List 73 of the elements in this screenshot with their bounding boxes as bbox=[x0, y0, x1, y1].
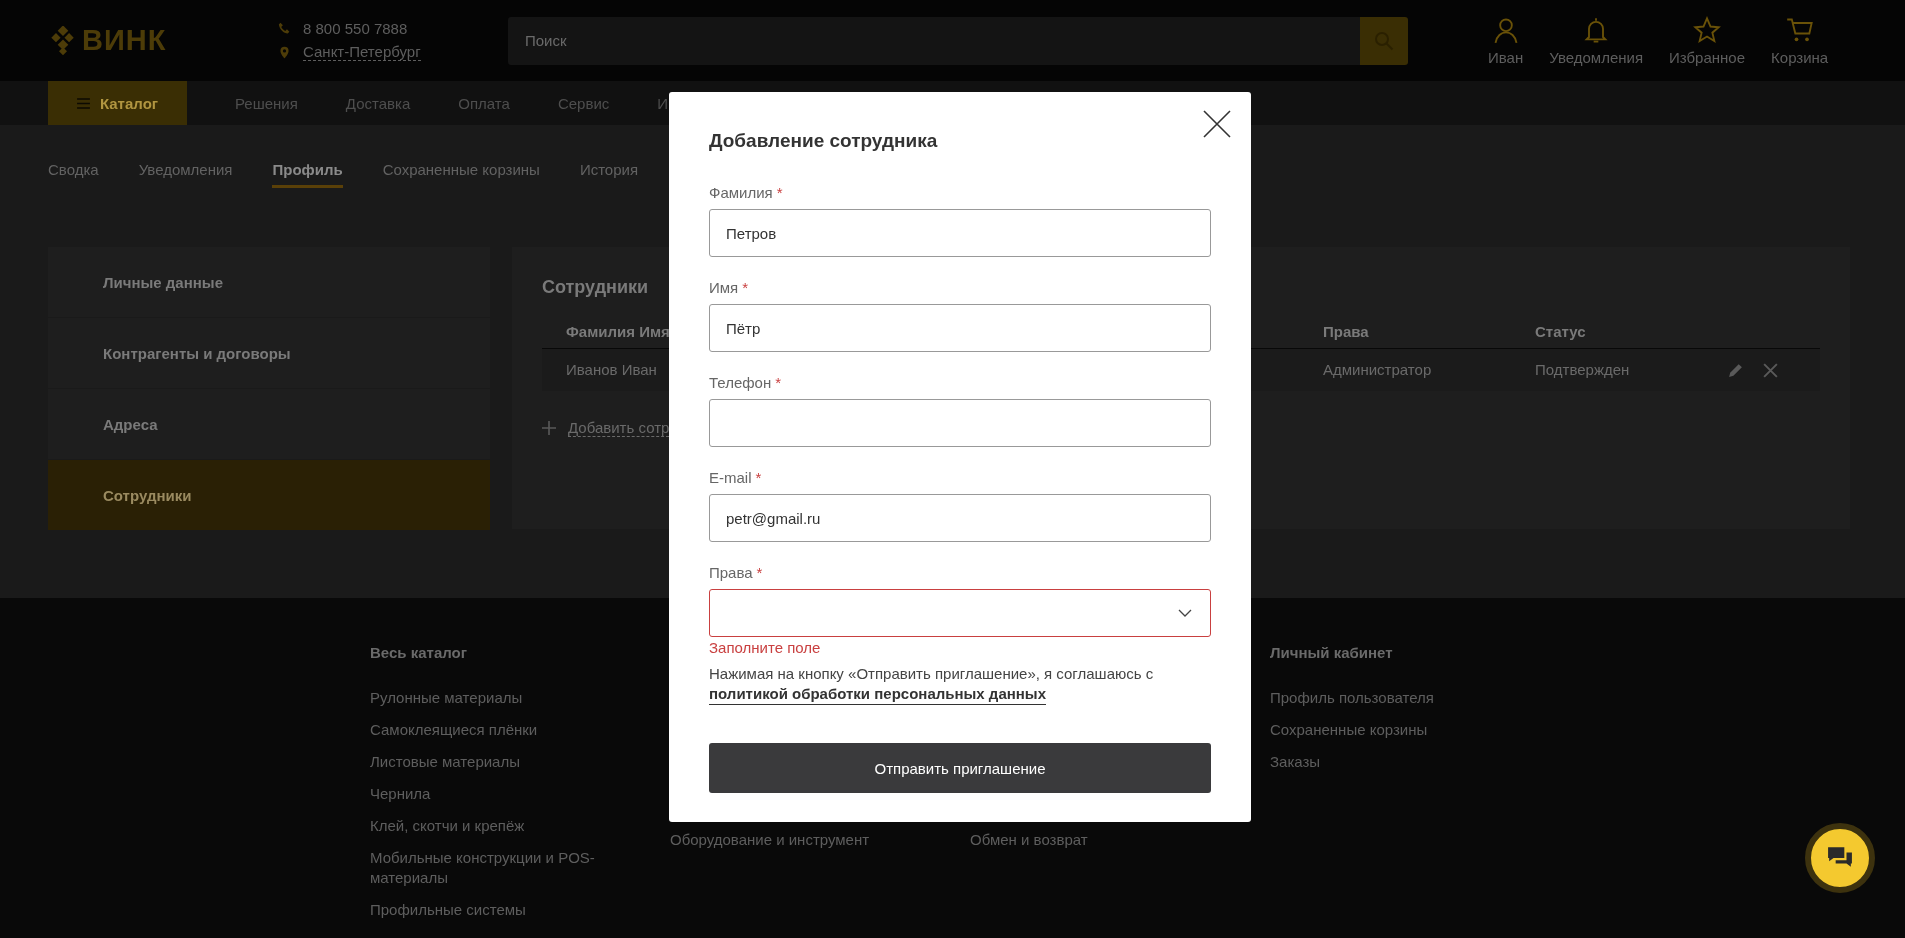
sidebar-item[interactable]: Контрагенты и договоры bbox=[48, 318, 490, 389]
send-invitation-button[interactable]: Отправить приглашение bbox=[709, 743, 1211, 793]
action-label[interactable]: Корзина bbox=[1771, 48, 1829, 66]
nav-link[interactable]: Доставка bbox=[345, 94, 411, 112]
footer-link[interactable]: Листовые материалы bbox=[370, 752, 600, 772]
search-button[interactable] bbox=[1360, 16, 1408, 65]
sidebar-item[interactable]: Личные данные bbox=[48, 247, 490, 318]
error-message: Заполните поле bbox=[709, 639, 822, 656]
menu-icon bbox=[76, 97, 90, 109]
footer-link[interactable]: Мобильные конструкции и POS-материалы bbox=[370, 848, 600, 888]
delete-icon[interactable] bbox=[1762, 361, 1779, 379]
footer-link[interactable]: Чернила bbox=[370, 784, 600, 804]
star-icon[interactable] bbox=[1693, 15, 1722, 44]
nav-link[interactable]: Оплата bbox=[458, 94, 510, 112]
required-mark: * bbox=[755, 469, 762, 486]
city-link[interactable]: Санкт-Петербург bbox=[303, 43, 421, 61]
logo-text[interactable]: ВИНК bbox=[82, 24, 167, 57]
select-field[interactable] bbox=[709, 589, 1211, 637]
field-label: Права bbox=[709, 564, 753, 581]
required-mark: * bbox=[776, 184, 783, 201]
table-cell: Подтвержден bbox=[1535, 361, 1630, 378]
column-header: Фамилия Имя bbox=[566, 323, 670, 340]
input-field[interactable] bbox=[709, 399, 1211, 447]
chevron-down-icon bbox=[1178, 609, 1192, 617]
input-field[interactable]: Пётр bbox=[709, 304, 1211, 352]
input-field[interactable]: Петров bbox=[709, 209, 1211, 257]
nav-link[interactable]: Сервис bbox=[557, 94, 610, 112]
action-label[interactable]: Избранное bbox=[1669, 48, 1746, 66]
sidebar-item[interactable]: Сотрудники bbox=[48, 460, 490, 530]
location-pin-icon bbox=[278, 45, 291, 59]
required-mark: * bbox=[742, 279, 749, 296]
column-header: Статус bbox=[1535, 323, 1586, 340]
field-label: Имя bbox=[709, 279, 739, 296]
profile-tab[interactable]: Профиль bbox=[272, 161, 343, 188]
field-label: Фамилия bbox=[709, 184, 773, 201]
field-label: Телефон bbox=[709, 374, 772, 391]
action-label[interactable]: Иван bbox=[1488, 48, 1524, 66]
table-cell: Иванов Иван bbox=[566, 361, 657, 378]
close-icon[interactable] bbox=[1203, 110, 1231, 138]
nav-link[interactable]: Решения bbox=[235, 94, 298, 112]
footer-heading: Весь каталог bbox=[370, 644, 468, 661]
plus-icon bbox=[542, 421, 556, 435]
required-mark: * bbox=[775, 374, 782, 391]
profile-tab[interactable]: Уведомления bbox=[138, 161, 233, 185]
footer-link[interactable]: Оборудование и инструмент bbox=[670, 830, 900, 850]
required-mark: * bbox=[756, 564, 763, 581]
phone-icon bbox=[278, 22, 291, 35]
footer-link[interactable]: Профиль пользователя bbox=[1270, 688, 1500, 708]
profile-tab[interactable]: Сводка bbox=[48, 161, 99, 185]
table-cell: Администратор bbox=[1323, 361, 1432, 378]
action-label[interactable]: Уведомления bbox=[1549, 48, 1643, 66]
search-field[interactable]: Поиск bbox=[508, 16, 1360, 65]
dialog-title: Добавление сотрудника bbox=[709, 130, 939, 152]
field-label: E-mail bbox=[709, 469, 752, 486]
catalog-button[interactable]: Каталог bbox=[48, 81, 187, 125]
profile-tab[interactable]: История bbox=[579, 161, 639, 185]
phone-number[interactable]: 8 800 550 7888 bbox=[303, 20, 408, 37]
consent-text: Нажимая на кнопку «Отправить приглашение», я соглашаюсь с bbox=[709, 664, 1154, 684]
footer-link[interactable]: Рулонные материалы bbox=[370, 688, 600, 708]
nav-link[interactable]: И bbox=[657, 94, 669, 112]
edit-icon[interactable] bbox=[1727, 361, 1744, 379]
footer-link[interactable]: Профильные системы bbox=[370, 900, 600, 920]
panel-title: Сотрудники bbox=[542, 277, 649, 298]
footer-link[interactable]: Клей, скотчи и крепёж bbox=[370, 816, 600, 836]
footer-link[interactable]: Обмен и возврат bbox=[970, 830, 1200, 850]
footer-link[interactable]: Самоклеящиеся плёнки bbox=[370, 720, 600, 740]
footer-heading: Личный кабинет bbox=[1270, 644, 1394, 661]
privacy-policy-link[interactable]: политикой обработки персональных данных bbox=[709, 684, 1046, 705]
profile-tab[interactable]: Сохраненные корзины bbox=[382, 161, 540, 185]
footer-link[interactable]: Сохраненные корзины bbox=[1270, 720, 1500, 740]
footer-link[interactable]: Заказы bbox=[1270, 752, 1500, 772]
input-field[interactable]: petr@gmail.ru bbox=[709, 494, 1211, 542]
column-header: Права bbox=[1323, 323, 1369, 340]
